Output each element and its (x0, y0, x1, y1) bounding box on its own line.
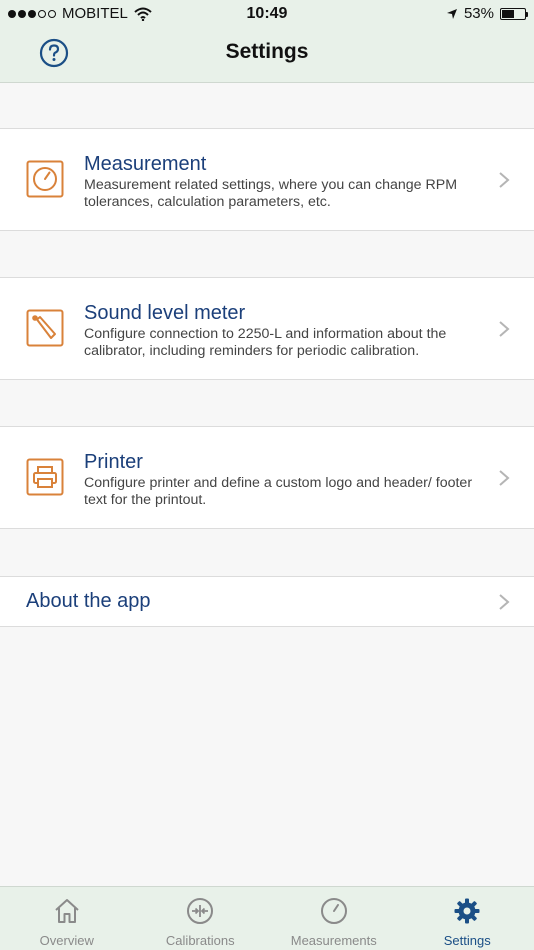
chevron-right-icon (499, 470, 510, 486)
header: MOBITEL 10:49 53% Settings (0, 0, 534, 83)
tab-overview[interactable]: Overview (0, 887, 134, 950)
printer-title: Printer (84, 451, 143, 473)
gear-icon (454, 898, 480, 924)
tab-measurements[interactable]: Measurements (267, 887, 401, 950)
battery-fill (502, 9, 514, 18)
chevron-right-icon (499, 172, 510, 188)
home-icon (55, 899, 79, 923)
tab-calibrations[interactable]: Calibrations (134, 887, 268, 950)
battery-percent: 53% (463, 5, 494, 22)
chevron-right-icon (499, 594, 510, 610)
sound-level-meter-title: Sound level meter (84, 302, 246, 324)
sound-level-meter-description: Configure connection to 2250-L and infor… (84, 326, 447, 359)
location-arrow-icon (446, 8, 457, 19)
gauge-icon (320, 898, 347, 924)
settings-row-measurement[interactable]: Measurement Measurement related settings… (0, 128, 534, 231)
battery-icon (500, 7, 528, 20)
sound-level-meter-icon (26, 309, 64, 347)
settings-row-printer[interactable]: Printer Configure printer and define a c… (0, 426, 534, 529)
about-label: About the app (26, 590, 151, 612)
printer-icon (26, 458, 64, 496)
chevron-right-icon (499, 321, 510, 337)
page-title: Settings (225, 40, 309, 63)
settings-row-about[interactable]: About the app (0, 576, 534, 627)
tab-measurements-label: Measurements (290, 933, 377, 948)
tab-bar: Overview Calibrations Measurements Setti… (0, 886, 534, 950)
settings-row-sound-level-meter[interactable]: Sound level meter Configure connection t… (0, 277, 534, 380)
tab-calibrations-label: Calibrations (165, 933, 235, 948)
tab-settings-label: Settings (443, 933, 491, 948)
gauge-icon (26, 160, 64, 198)
measurement-description: Measurement related settings, where you … (84, 177, 458, 210)
calibration-icon (187, 898, 214, 924)
measurement-title: Measurement (84, 153, 207, 175)
tab-overview-label: Overview (39, 933, 94, 948)
status-bar: MOBITEL 10:49 53% (0, 0, 534, 28)
printer-description: Configure printer and define a custom lo… (84, 475, 473, 508)
tab-settings[interactable]: Settings (401, 887, 534, 950)
